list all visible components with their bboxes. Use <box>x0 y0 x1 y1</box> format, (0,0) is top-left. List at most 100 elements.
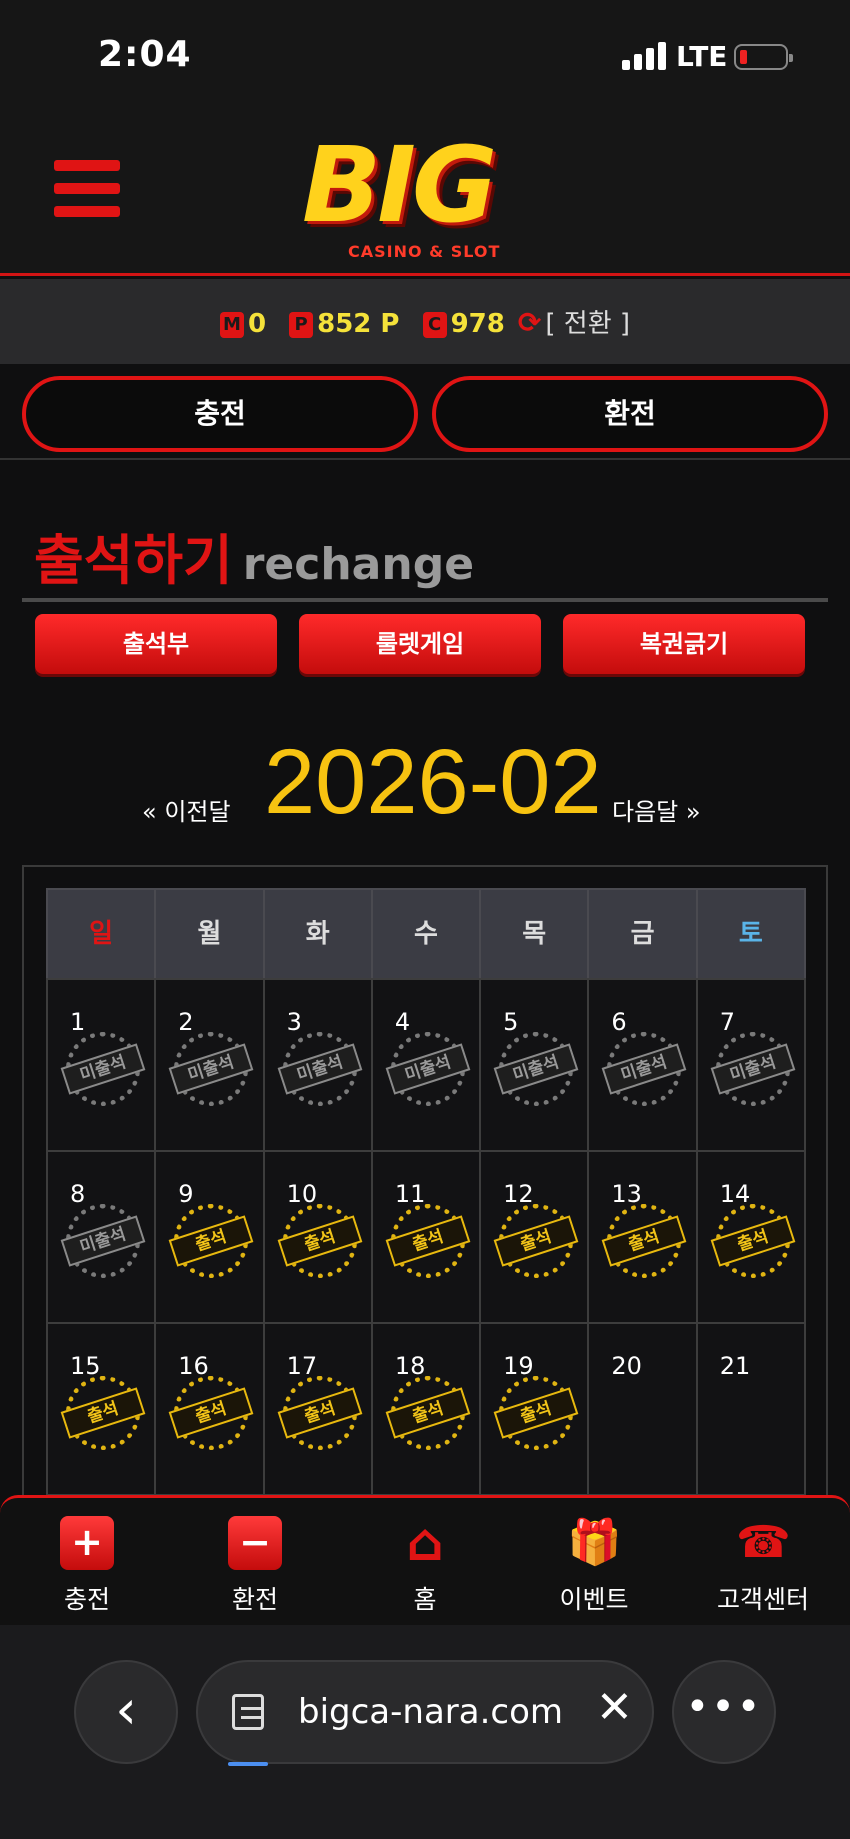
absent-stamp-icon: 미출석 <box>277 1032 362 1106</box>
stamp-label: 미출석 <box>385 1043 471 1095</box>
stamp-label: 출석 <box>493 1387 579 1439</box>
battery-icon <box>734 44 793 70</box>
weekday-tue: 화 <box>262 888 373 980</box>
close-icon[interactable]: ✕ <box>596 1682 633 1733</box>
absent-stamp-icon: 미출석 <box>602 1032 687 1106</box>
weekday-thu: 목 <box>479 888 590 980</box>
address-bar[interactable]: bigca-nara.com ✕ <box>196 1660 654 1766</box>
present-stamp-icon: 출석 <box>385 1204 471 1278</box>
day-number: 20 <box>611 1352 642 1380</box>
point-badge-icon: P <box>289 312 314 338</box>
nav-label: 충전 <box>63 1585 110 1614</box>
status-time: 2:04 <box>98 34 192 75</box>
title-english: rechange <box>242 539 475 590</box>
calendar-week: 15 출석 16 출석 17 출석 18 출석 19 출석 20 21 <box>46 1322 806 1496</box>
tab-attendance[interactable]: 출석부 <box>35 614 277 674</box>
present-stamp-icon: 출석 <box>60 1376 146 1450</box>
weekday-mon: 월 <box>154 888 265 980</box>
point-value: 852 P <box>317 309 400 339</box>
absent-stamp-icon: 미출석 <box>168 1032 254 1106</box>
weekday-header: 일 월 화 수 목 금 토 <box>46 888 806 980</box>
stamp-label: 미출석 <box>710 1043 796 1095</box>
calendar-day: 15 출석 <box>46 1322 157 1496</box>
phone-24-icon: ☎ <box>736 1517 791 1568</box>
calendar-day: 13 출석 <box>587 1150 698 1324</box>
nav-label: 이벤트 <box>559 1585 629 1614</box>
day-number: 7 <box>719 1008 735 1036</box>
nav-exchange[interactable]: − 환전 <box>180 1516 330 1616</box>
url-text: bigca-nara.com <box>298 1692 564 1732</box>
day-number: 4 <box>394 1008 411 1036</box>
browser-toolbar: ‹ bigca-nara.com ✕ ••• <box>0 1625 850 1839</box>
calendar-day: 5 미출석 <box>479 978 590 1152</box>
stamp-label: 출석 <box>277 1215 362 1267</box>
calendar-week: 8 미출석 9 출석 10 출석 11 출석 12 출석 13 출석 14 출석 <box>46 1150 806 1324</box>
stamp-label: 출석 <box>277 1387 362 1439</box>
calendar-day: 2 미출석 <box>154 978 265 1152</box>
stamp-label: 출석 <box>168 1387 254 1439</box>
stamp-label: 출석 <box>385 1215 471 1267</box>
day-number: 8 <box>70 1180 86 1208</box>
day-number: 2 <box>178 1008 194 1036</box>
exchange-button[interactable]: 환전 <box>432 376 828 452</box>
plus-icon: + <box>60 1516 114 1570</box>
calendar-day: 21 <box>695 1322 806 1496</box>
more-icon[interactable]: ••• <box>672 1660 776 1764</box>
signal-icon <box>622 42 666 70</box>
logo-subtitle: CASINO & SLOT <box>348 242 501 261</box>
nav-event[interactable]: 🎁 이벤트 <box>519 1516 669 1616</box>
menu-icon[interactable] <box>54 160 120 218</box>
title-divider <box>22 598 828 602</box>
next-month-link[interactable]: 다음달 » <box>612 792 701 827</box>
money-value: 0 <box>247 309 267 339</box>
stamp-label: 출석 <box>710 1215 796 1267</box>
day-number: 1 <box>70 1008 86 1036</box>
absent-stamp-icon: 미출석 <box>60 1204 146 1278</box>
stamp-label: 미출석 <box>602 1043 687 1095</box>
present-stamp-icon: 출석 <box>277 1376 362 1450</box>
tab-roulette[interactable]: 룰렛게임 <box>299 614 541 674</box>
stamp-label: 미출석 <box>60 1215 146 1267</box>
present-stamp-icon: 출석 <box>385 1376 471 1450</box>
calendar-day: 7 미출석 <box>695 978 806 1152</box>
refresh-icon[interactable]: ⟳ <box>518 306 541 339</box>
day-number: 21 <box>719 1352 751 1380</box>
absent-stamp-icon: 미출석 <box>710 1032 796 1106</box>
load-progress <box>228 1762 268 1766</box>
stamp-label: 미출석 <box>60 1043 146 1095</box>
stamp-label: 미출석 <box>493 1043 579 1095</box>
site-logo[interactable]: BIG CASINO & SLOT <box>292 124 552 264</box>
calendar-day: 6 미출석 <box>587 978 698 1152</box>
present-stamp-icon: 출석 <box>602 1204 687 1278</box>
prev-month-link[interactable]: « 이전달 <box>142 792 231 827</box>
weekday-wed: 수 <box>370 888 482 980</box>
charge-button[interactable]: 충전 <box>22 376 418 452</box>
stamp-label: 출석 <box>60 1387 146 1439</box>
nav-support[interactable]: ☎ 고객센터 <box>688 1516 838 1616</box>
calendar-day: 16 출석 <box>154 1322 265 1496</box>
nav-charge[interactable]: + 충전 <box>12 1516 162 1616</box>
page-title: 출석하기 rechange <box>34 516 474 595</box>
calendar-day: 19 출석 <box>479 1322 590 1496</box>
day-number: 3 <box>286 1008 302 1036</box>
present-stamp-icon: 출석 <box>710 1204 796 1278</box>
present-stamp-icon: 출석 <box>168 1376 254 1450</box>
switch-link[interactable]: [ 전환 ] <box>545 309 630 339</box>
network-label: LTE <box>676 40 728 73</box>
calendar-day: 14 출석 <box>695 1150 806 1324</box>
logo-text: BIG <box>302 124 497 246</box>
attendance-calendar: 일 월 화 수 목 금 토 1 미출석 2 미출석 3 미출석 4 미출석 5 미출석 6 미출석 7 미… <box>46 888 806 1496</box>
back-icon[interactable]: ‹ <box>74 1660 178 1764</box>
tab-lottery[interactable]: 복권긁기 <box>563 614 805 674</box>
absent-stamp-icon: 미출석 <box>493 1032 579 1106</box>
nav-label: 고객센터 <box>716 1585 809 1614</box>
gift-icon: 🎁 <box>567 1517 622 1568</box>
calendar-day: 12 출석 <box>479 1150 590 1324</box>
stamp-label: 출석 <box>168 1215 254 1267</box>
nav-home[interactable]: ⌂ 홈 <box>350 1516 500 1616</box>
day-number: 5 <box>503 1008 519 1036</box>
calendar-day: 20 <box>587 1322 698 1496</box>
nav-label: 환전 <box>231 1585 278 1614</box>
present-stamp-icon: 출석 <box>168 1204 254 1278</box>
weekday-fri: 금 <box>587 888 698 980</box>
